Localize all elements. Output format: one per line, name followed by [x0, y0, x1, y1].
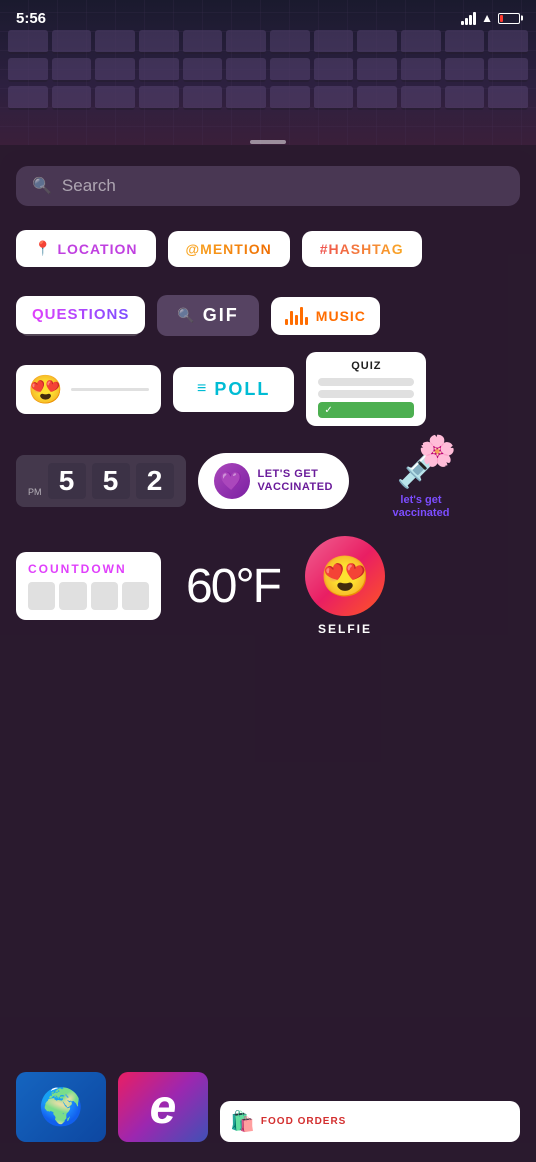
search-bar[interactable]: 🔍 Search: [16, 166, 520, 206]
status-bar: 5:56 ▲: [0, 0, 536, 36]
questions-label: QUESTIONS: [32, 306, 129, 323]
vacc-bandaid-icon: 💉 🌸: [396, 442, 446, 490]
poll-icon: ≡: [197, 380, 206, 398]
clock-digit-1: 5: [48, 463, 86, 499]
emoji-sticker[interactable]: 😍: [16, 365, 161, 414]
gif-sticker[interactable]: 🔍 GIF: [157, 295, 258, 336]
clock-sticker[interactable]: PM 5 5 2: [16, 455, 186, 507]
globe-sticker[interactable]: 🌍: [16, 1072, 106, 1142]
drag-handle: [250, 140, 286, 144]
search-icon: 🔍: [32, 176, 52, 196]
sticker-row-1: 📍 LOCATION @MENTION #HASHTAG: [16, 230, 520, 267]
emoji-line: [71, 388, 149, 391]
poll-label: POLL: [214, 379, 270, 400]
countdown-box-4: [122, 582, 149, 610]
quiz-check-icon: ✓: [324, 405, 332, 416]
gif-search-icon: 🔍: [177, 307, 194, 324]
quiz-sticker[interactable]: QUIZ ✓: [306, 352, 426, 426]
sticker-row-5: COUNTDOWN 60°F 😍 SELFIE: [16, 536, 520, 636]
quiz-option-1: [318, 378, 414, 386]
countdown-title: COUNTDOWN: [28, 562, 149, 576]
location-label: LOCATION: [57, 241, 137, 257]
letter-e-text: e: [150, 1080, 177, 1135]
sticker-row-6: 🌍 e 🛍️ FOOD ORDERS: [16, 1072, 520, 1142]
poll-sticker[interactable]: ≡ POLL: [173, 367, 294, 412]
vaccinated-label: LET'S GETVACCINATED: [258, 468, 333, 494]
hashtag-sticker[interactable]: #HASHTAG: [302, 231, 422, 267]
countdown-boxes: [28, 582, 149, 610]
quiz-title: QUIZ: [318, 360, 414, 372]
sticker-row-4: PM 5 5 2 💜 LET'S GETVACCINATED 💉 🌸 let's…: [16, 442, 520, 520]
selfie-sticker[interactable]: 😍 SELFIE: [305, 536, 385, 636]
selfie-icon: 😍: [305, 536, 385, 616]
temperature-value: 60°F: [186, 559, 280, 614]
emoji-face-icon: 😍: [28, 373, 63, 406]
questions-shadow: [22, 331, 138, 336]
clock-pm-label: PM: [28, 487, 42, 497]
sticker-row-2: QUESTIONS 🔍 GIF MUSIC: [16, 295, 520, 336]
hashtag-label: #HASHTAG: [320, 241, 404, 257]
food-orders-label: FOOD ORDERS: [261, 1116, 346, 1127]
gif-label: GIF: [203, 305, 239, 326]
sticker-row-3: 😍 ≡ POLL QUIZ ✓: [16, 352, 520, 426]
vacc-circle-icon: 💜: [214, 463, 250, 499]
battery-icon: [498, 13, 520, 24]
status-icons: ▲: [461, 11, 520, 25]
questions-sticker[interactable]: QUESTIONS: [16, 296, 145, 336]
wifi-icon: ▲: [481, 11, 493, 25]
location-sticker[interactable]: 📍 LOCATION: [16, 230, 156, 267]
music-bars-icon: [285, 307, 308, 325]
countdown-box-1: [28, 582, 55, 610]
vacc-illustrated-sticker[interactable]: 💉 🌸 let's getvaccinated: [361, 442, 481, 520]
sticker-panel: 🔍 Search 📍 LOCATION @MENTION #HASHTAG QU…: [0, 150, 536, 1162]
vacc-heart-icon: 💜: [220, 471, 242, 492]
clock-digit-3: 2: [136, 463, 174, 499]
mention-label: @MENTION: [186, 241, 272, 257]
food-orders-sticker[interactable]: 🛍️ FOOD ORDERS: [220, 1101, 520, 1142]
clock-digit-2: 5: [92, 463, 130, 499]
music-sticker[interactable]: MUSIC: [271, 297, 380, 335]
music-label: MUSIC: [316, 308, 366, 324]
countdown-box-3: [91, 582, 118, 610]
selfie-label: SELFIE: [318, 622, 372, 636]
quiz-options: ✓: [318, 378, 414, 418]
mention-sticker[interactable]: @MENTION: [168, 231, 290, 267]
location-icon: 📍: [34, 240, 51, 257]
temperature-sticker[interactable]: 60°F: [173, 559, 293, 614]
countdown-sticker[interactable]: COUNTDOWN: [16, 552, 161, 620]
quiz-option-2: [318, 390, 414, 398]
vaccinated-sticker[interactable]: 💜 LET'S GETVACCINATED: [198, 453, 349, 509]
clock-digits: 5 5 2: [48, 463, 174, 499]
food-bag-icon: 🛍️: [230, 1109, 255, 1134]
signal-bars-icon: [461, 12, 476, 25]
letter-e-sticker[interactable]: e: [118, 1072, 208, 1142]
countdown-box-2: [59, 582, 86, 610]
status-time: 5:56: [16, 10, 46, 27]
quiz-correct-answer: ✓: [318, 402, 414, 418]
search-placeholder: Search: [62, 176, 116, 196]
vacc-illus-caption: let's getvaccinated: [393, 494, 450, 520]
